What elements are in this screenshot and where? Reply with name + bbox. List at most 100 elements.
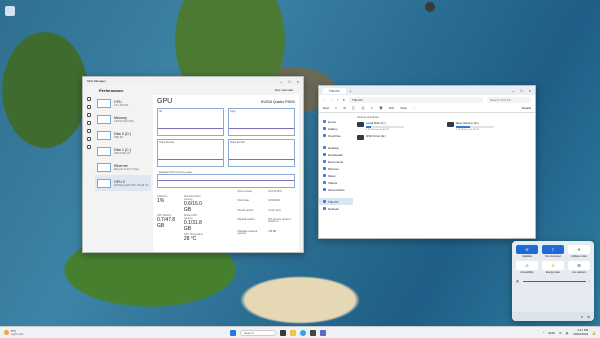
start-icon[interactable] bbox=[230, 329, 236, 336]
tile-energy-saver[interactable]: ⚡ Energy saver bbox=[542, 261, 564, 274]
task-manager-window[interactable]: Task Manager – □ × Performance Run new t… bbox=[82, 76, 304, 253]
more-button[interactable]: ... bbox=[413, 106, 416, 110]
stat-utilization: Utilization 1% bbox=[157, 195, 178, 213]
drive-d[interactable]: New Volume (D:) 1.15 TB free of 1.81 TB bbox=[447, 121, 531, 131]
resource-disk-0[interactable]: Disk 0 (D:) HDD 0% bbox=[95, 127, 151, 143]
store-icon[interactable] bbox=[310, 329, 316, 336]
graph-3d[interactable]: 3D bbox=[157, 108, 224, 136]
share-icon[interactable]: ⇪ bbox=[370, 106, 373, 110]
tab-this-pc[interactable]: This PC bbox=[323, 87, 346, 94]
maximize-icon[interactable]: □ bbox=[288, 79, 290, 84]
edit-icon[interactable]: ✎ bbox=[581, 315, 584, 319]
sort-button[interactable]: Sort bbox=[389, 106, 395, 110]
drive-icon bbox=[447, 122, 454, 127]
resource-ethernet[interactable]: Ethernet Ethernet S: 0 R: 0 Kbps bbox=[95, 159, 151, 175]
resource-gpu-0[interactable]: GPU 0 NVIDIA Quadro RTX 1% (28 °C) bbox=[95, 175, 151, 191]
tile-wifi[interactable]: ≋ Available bbox=[516, 245, 538, 258]
resource-label: Disk 1 (C:) bbox=[114, 147, 131, 152]
task-manager-titlebar[interactable]: Task Manager – □ × bbox=[83, 77, 303, 85]
resource-disk-1[interactable]: Disk 1 (C:) SSD NVMe 1% bbox=[95, 143, 151, 159]
services-icon[interactable] bbox=[87, 145, 91, 149]
nav-pictures[interactable]: Pictures bbox=[319, 165, 353, 172]
nav-screenshots[interactable]: Screenshots bbox=[319, 186, 353, 193]
nav-network[interactable]: Network bbox=[319, 205, 353, 212]
camera-shortcut[interactable] bbox=[422, 2, 438, 13]
graph-copy[interactable]: Copy bbox=[228, 108, 295, 136]
nav-videos[interactable]: Videos bbox=[319, 179, 353, 186]
resource-cpu[interactable]: CPU 1% 1.59 GHz bbox=[95, 95, 151, 111]
task-view-icon[interactable] bbox=[280, 329, 286, 336]
rename-icon[interactable]: Ⓐ bbox=[361, 106, 364, 110]
tile-live-captions[interactable]: ☰ Live captions bbox=[568, 261, 590, 274]
users-icon[interactable] bbox=[87, 129, 91, 133]
minimize-icon[interactable]: – bbox=[280, 79, 282, 84]
tile-bluetooth[interactable]: ᛒ Not connected bbox=[542, 245, 564, 258]
drive-e[interactable]: DVD Drive (E:) bbox=[357, 134, 441, 140]
nav-this-pc[interactable]: This PC bbox=[319, 198, 353, 205]
search-input[interactable]: Search This PC bbox=[487, 96, 531, 103]
delete-icon[interactable]: 🗑 bbox=[379, 106, 383, 110]
history-icon[interactable] bbox=[87, 113, 91, 117]
copy-icon[interactable]: ⧉ bbox=[344, 106, 346, 110]
graph-label: Video Decode bbox=[159, 141, 174, 144]
graph-video-decode[interactable]: Video Decode bbox=[157, 139, 224, 167]
graph-video-encode[interactable]: Video Encode bbox=[228, 139, 295, 167]
forward-icon[interactable]: → bbox=[330, 98, 333, 102]
resource-memory[interactable]: Memory 4.6/31.8 GB (14%) bbox=[95, 111, 151, 127]
gpu-title: GPU bbox=[157, 98, 173, 105]
tile-airplane[interactable]: ✈ Airplane mode bbox=[568, 245, 590, 258]
nav-desktop[interactable]: Desktop bbox=[319, 144, 353, 151]
drive-c[interactable]: Local Disk (C:) 1.62 TB free of 1.86 TB bbox=[357, 121, 441, 131]
tile-accessibility[interactable]: ☺ Accessibility bbox=[516, 261, 538, 274]
task-manager-icon[interactable] bbox=[320, 329, 326, 336]
computer-icon bbox=[323, 200, 326, 203]
startup-icon[interactable] bbox=[87, 121, 91, 125]
file-explorer-window[interactable]: This PC + – □ × ← → ↑ ↻ This PC Search T… bbox=[318, 85, 536, 239]
up-icon[interactable]: ↑ bbox=[337, 98, 339, 102]
performance-icon[interactable] bbox=[87, 105, 91, 109]
address-bar[interactable]: This PC bbox=[349, 96, 483, 103]
clock[interactable]: 4:41 PM 29/02/2024 bbox=[573, 328, 588, 336]
file-explorer-icon[interactable] bbox=[290, 329, 296, 336]
maximize-icon[interactable]: □ bbox=[520, 88, 522, 93]
show-hidden-icon[interactable]: ^ bbox=[543, 331, 544, 335]
language-indicator[interactable]: ENG bbox=[548, 331, 555, 335]
notifications-icon[interactable]: 🔔 bbox=[592, 331, 596, 335]
tile-label: Accessibility bbox=[520, 271, 534, 274]
cpu-sparkline bbox=[97, 98, 111, 108]
nav-onedrive[interactable]: OneDrive bbox=[319, 132, 353, 139]
taskbar-search[interactable]: Search bbox=[240, 329, 276, 336]
cut-icon[interactable]: ✂ bbox=[335, 106, 338, 110]
nav-music[interactable]: Music bbox=[319, 172, 353, 179]
volume-slider[interactable]: 🔈 › bbox=[516, 278, 590, 284]
gpu-model: NVIDIA Quadro P5000 bbox=[260, 100, 295, 104]
recycle-bin-shortcut[interactable] bbox=[2, 6, 18, 17]
settings-icon[interactable]: ⚙ bbox=[587, 315, 590, 319]
run-new-task-button[interactable]: Run new task bbox=[275, 88, 293, 92]
minimize-icon[interactable]: – bbox=[512, 88, 514, 93]
refresh-icon[interactable]: ↻ bbox=[343, 98, 346, 102]
details-button[interactable]: Details bbox=[522, 106, 531, 110]
details-icon[interactable] bbox=[87, 137, 91, 141]
nav-documents[interactable]: Documents bbox=[319, 158, 353, 165]
volume-icon[interactable]: 🔈 bbox=[565, 331, 569, 335]
network-status-icon[interactable]: ≋ bbox=[559, 331, 562, 335]
close-icon[interactable]: × bbox=[529, 88, 531, 93]
close-icon[interactable]: × bbox=[297, 79, 299, 84]
new-tab-icon[interactable]: + bbox=[350, 89, 352, 93]
edge-icon[interactable] bbox=[300, 329, 306, 336]
drive-usage-bar bbox=[366, 126, 404, 128]
back-icon[interactable]: ← bbox=[323, 98, 326, 102]
nav-gallery[interactable]: Gallery bbox=[319, 125, 353, 132]
weather-widget[interactable]: 8°C Light rain bbox=[0, 329, 23, 336]
new-button[interactable]: New bbox=[323, 106, 329, 110]
nav-rail bbox=[83, 95, 95, 252]
volume-output-icon[interactable]: › bbox=[589, 279, 590, 283]
processes-icon[interactable] bbox=[87, 97, 91, 101]
nav-home[interactable]: Home bbox=[319, 118, 353, 125]
nav-downloads[interactable]: Downloads bbox=[319, 151, 353, 158]
graph-label: 3D bbox=[159, 110, 163, 113]
nav-label: OneDrive bbox=[328, 133, 341, 138]
paste-icon[interactable]: 📋 bbox=[352, 106, 356, 110]
view-button[interactable]: View bbox=[400, 106, 406, 110]
